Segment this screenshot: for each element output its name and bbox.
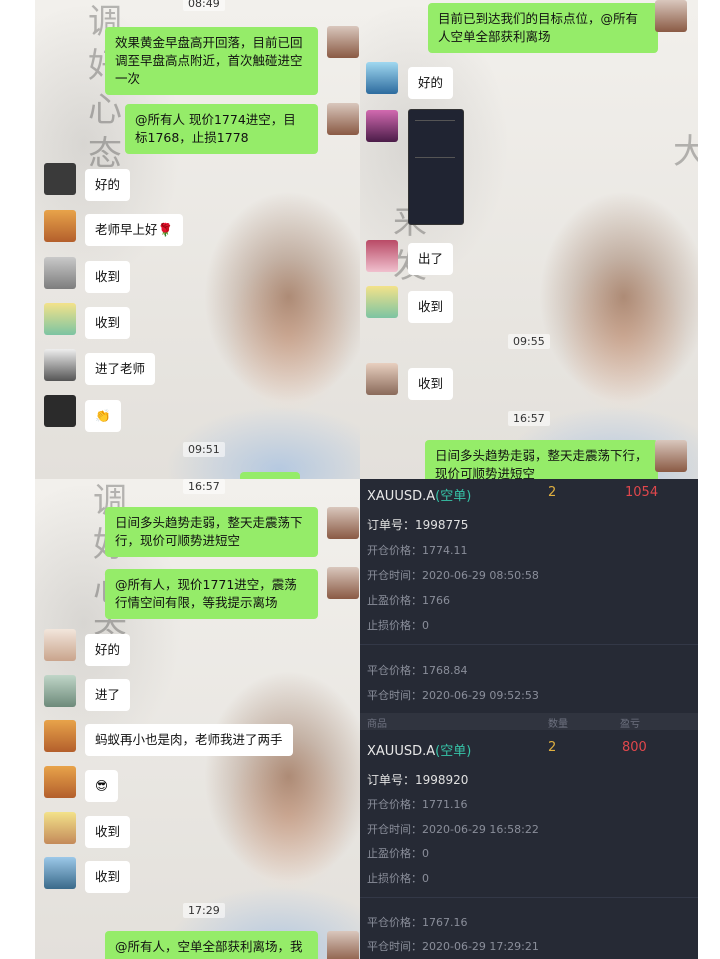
timestamp: 16:57 bbox=[508, 411, 550, 426]
user-avatar[interactable] bbox=[44, 163, 76, 195]
user-avatar[interactable] bbox=[44, 349, 76, 381]
teacher-avatar[interactable] bbox=[655, 0, 687, 32]
user-avatar[interactable] bbox=[44, 720, 76, 752]
thumbnail-content bbox=[415, 120, 455, 158]
stop-loss-price: 止损价格：0 bbox=[367, 872, 429, 885]
symbol-text: XAUUSD.A bbox=[367, 744, 436, 759]
message-bubble[interactable]: 蚂蚁再小也是肉，老师我进了两手 bbox=[85, 724, 293, 756]
order-side: (空单) bbox=[435, 744, 472, 759]
user-avatar[interactable] bbox=[44, 629, 76, 661]
table-header: 商品 数量 盈亏 bbox=[360, 713, 698, 730]
user-avatar[interactable] bbox=[44, 395, 76, 427]
user-avatar[interactable] bbox=[44, 857, 76, 889]
user-avatar[interactable] bbox=[366, 286, 398, 318]
message-bubble[interactable]: @所有人，现价1771进空，震荡行情空间有限，等我提示离场 bbox=[105, 569, 318, 619]
close-time: 平仓时间：2020-06-29 09:52:53 bbox=[367, 689, 539, 702]
message-bubble[interactable]: 👏 bbox=[85, 400, 121, 432]
message-bubble[interactable]: 目前已到达我们的目标点位，@所有人空单全部获利离场 bbox=[428, 3, 658, 53]
order-quantity: 2 bbox=[548, 485, 557, 500]
user-avatar[interactable] bbox=[366, 363, 398, 395]
timestamp: 16:57 bbox=[183, 479, 225, 494]
timestamp: 17:29 bbox=[183, 903, 225, 918]
message-bubble[interactable]: 收到 bbox=[85, 261, 131, 293]
message-bubble[interactable]: 收到 bbox=[408, 291, 454, 323]
message-bubble-cut[interactable] bbox=[240, 472, 300, 479]
order-quantity: 2 bbox=[548, 740, 557, 755]
teacher-avatar[interactable] bbox=[327, 26, 359, 58]
order-number: 订单号：1998920 bbox=[367, 773, 469, 787]
trade-history-panel: XAUUSD.A(空单) 2 1054 订单号：1998775 开仓价格：177… bbox=[360, 479, 698, 959]
open-price: 开仓价格：1771.16 bbox=[367, 798, 468, 811]
message-bubble[interactable]: 进了老师 bbox=[85, 353, 156, 385]
close-price: 平仓价格：1768.84 bbox=[367, 664, 468, 677]
teacher-avatar[interactable] bbox=[655, 440, 687, 472]
user-avatar[interactable] bbox=[44, 812, 76, 844]
order-profit: 1054 bbox=[625, 485, 659, 500]
divider bbox=[360, 644, 698, 645]
message-bubble[interactable]: 日间多头趋势走弱，整天走震荡下行，现价可顺势进短空 bbox=[425, 440, 658, 479]
order-side: (空单) bbox=[435, 489, 472, 504]
user-avatar[interactable] bbox=[44, 303, 76, 335]
teacher-avatar[interactable] bbox=[327, 103, 359, 135]
user-avatar[interactable] bbox=[366, 240, 398, 272]
message-bubble[interactable]: @所有人，空单全部获利离场，我 bbox=[105, 931, 318, 959]
timestamp: 08:49 bbox=[183, 0, 225, 11]
message-bubble[interactable]: 效果黄金早盘高开回落，目前已回调至早盘高点附近，首次触碰进空一次 bbox=[105, 27, 318, 95]
col-product: 商品 bbox=[367, 719, 387, 730]
calligraphy-decoration: 大 bbox=[673, 132, 698, 172]
user-avatar[interactable] bbox=[366, 62, 398, 94]
close-price: 平仓价格：1767.16 bbox=[367, 916, 468, 929]
message-bubble[interactable]: 收到 bbox=[85, 816, 131, 848]
teacher-avatar[interactable] bbox=[327, 567, 359, 599]
teacher-avatar[interactable] bbox=[327, 931, 359, 959]
open-time: 开仓时间：2020-06-29 16:58:22 bbox=[367, 823, 539, 836]
take-profit-price: 止盈价格：0 bbox=[367, 847, 429, 860]
chat-panel-2: 来发 大 目前已到达我们的目标点位，@所有人空单全部获利离场 好的 出了 收到 … bbox=[360, 0, 698, 479]
message-bubble[interactable]: 好的 bbox=[85, 169, 131, 201]
timestamp: 09:51 bbox=[183, 442, 225, 457]
col-profit: 盈亏 bbox=[620, 719, 640, 730]
stop-loss-price: 止损价格：0 bbox=[367, 619, 429, 632]
order-number: 订单号：1998775 bbox=[367, 518, 469, 532]
close-time: 平仓时间：2020-06-29 17:29:21 bbox=[367, 940, 539, 953]
calligraphy-decoration: 调好心态 bbox=[93, 481, 127, 653]
take-profit-price: 止盈价格：1766 bbox=[367, 594, 450, 607]
timestamp: 09:55 bbox=[508, 334, 550, 349]
user-avatar[interactable] bbox=[44, 210, 76, 242]
open-price: 开仓价格：1774.11 bbox=[367, 544, 468, 557]
divider bbox=[360, 897, 698, 898]
message-bubble[interactable]: @所有人 现价1774进空，目标1768，止损1778 bbox=[125, 104, 318, 154]
col-quantity: 数量 bbox=[548, 719, 568, 730]
user-avatar[interactable] bbox=[366, 110, 398, 142]
message-bubble[interactable]: 收到 bbox=[85, 307, 131, 339]
screenshot-image-message[interactable] bbox=[408, 109, 464, 225]
message-bubble[interactable]: 收到 bbox=[85, 861, 131, 893]
message-bubble[interactable]: 好的 bbox=[408, 67, 454, 99]
message-bubble[interactable]: 😎 bbox=[85, 770, 119, 802]
chat-panel-1: 调好心态 08:49 效果黄金早盘高开回落，目前已回调至早盘高点附近，首次触碰进… bbox=[35, 0, 360, 479]
order-profit: 800 bbox=[622, 740, 647, 755]
user-avatar[interactable] bbox=[44, 675, 76, 707]
chat-panel-3: 调好心态 16:57 日间多头趋势走弱，整天走震荡下行，现价可顺势进短空 @所有… bbox=[35, 479, 360, 959]
message-bubble[interactable]: 好的 bbox=[85, 634, 131, 666]
message-bubble[interactable]: 收到 bbox=[408, 368, 454, 400]
order-symbol[interactable]: XAUUSD.A(空单) bbox=[367, 485, 471, 504]
message-bubble[interactable]: 日间多头趋势走弱，整天走震荡下行，现价可顺势进短空 bbox=[105, 507, 318, 557]
message-bubble[interactable]: 老师早上好🌹 bbox=[85, 214, 184, 246]
teacher-avatar[interactable] bbox=[327, 507, 359, 539]
open-time: 开仓时间：2020-06-29 08:50:58 bbox=[367, 569, 539, 582]
message-bubble[interactable]: 进了 bbox=[85, 679, 131, 711]
symbol-text: XAUUSD.A bbox=[367, 489, 436, 504]
message-bubble[interactable]: 出了 bbox=[408, 243, 454, 275]
user-avatar[interactable] bbox=[44, 766, 76, 798]
user-avatar[interactable] bbox=[44, 257, 76, 289]
order-symbol[interactable]: XAUUSD.A(空单) bbox=[367, 740, 471, 759]
